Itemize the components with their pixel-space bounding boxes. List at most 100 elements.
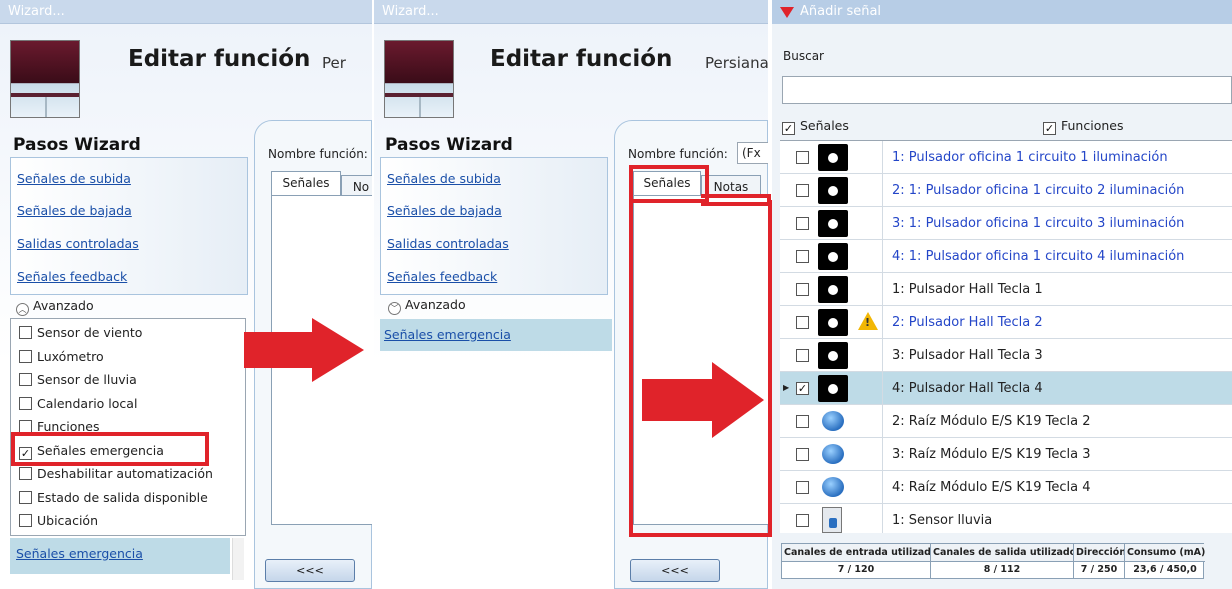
checkbox[interactable] <box>19 350 32 363</box>
signals-grid: 1: Pulsador oficina 1 circuito 1 ilumina… <box>780 140 1232 533</box>
option-wind-sensor[interactable]: Sensor de viento <box>19 325 142 340</box>
step-link-emergency-signals[interactable]: Señales emergencia <box>384 327 511 342</box>
footer-header-inputs: Canales de entrada utilizados <box>782 544 931 562</box>
option-rain-sensor[interactable]: Sensor de lluvia <box>19 372 137 387</box>
pushbutton-icon <box>818 276 848 303</box>
row-checkbox[interactable] <box>796 184 809 197</box>
row-checkbox[interactable] <box>796 316 809 329</box>
selected-step-row[interactable]: Señales emergencia <box>380 319 612 351</box>
option-local-calendar[interactable]: Calendario local <box>19 396 137 411</box>
option-label: Estado de salida disponible <box>37 490 208 505</box>
row-checkbox[interactable] <box>796 415 809 428</box>
red-triangle-icon <box>780 7 794 18</box>
option-label: Ubicación <box>37 513 99 528</box>
checkbox[interactable]: ✓ <box>19 447 32 460</box>
scrollbar[interactable] <box>232 538 244 580</box>
signals-tab-content <box>633 195 768 525</box>
table-row-selected[interactable]: ▶ ✓ 4: Pulsador Hall Tecla 4 <box>780 372 1232 405</box>
filter-functions[interactable]: ✓ Funciones <box>1043 118 1123 135</box>
step-link-up-signals[interactable]: Señales de subida <box>17 171 131 186</box>
checkbox[interactable] <box>19 467 32 480</box>
option-label: Sensor de lluvia <box>37 372 137 387</box>
option-label: Funciones <box>37 419 100 434</box>
row-checkbox[interactable] <box>796 349 809 362</box>
pushbutton-icon <box>818 342 848 369</box>
back-button[interactable]: <<< <box>265 559 355 582</box>
table-row[interactable]: 2: 1: Pulsador oficina 1 circuito 2 ilum… <box>780 174 1232 207</box>
checkbox[interactable] <box>19 491 32 504</box>
window-title: Añadir señal <box>772 0 1232 24</box>
table-row[interactable]: 3: Raíz Módulo E/S K19 Tecla 3 <box>780 438 1232 471</box>
step-link-controlled-outputs[interactable]: Salidas controladas <box>17 236 139 251</box>
signal-name: 1: Sensor lluvia <box>892 513 993 528</box>
pushbutton-icon <box>818 243 848 270</box>
table-row[interactable]: 3: 1: Pulsador oficina 1 circuito 3 ilum… <box>780 207 1232 240</box>
row-checkbox[interactable] <box>796 151 809 164</box>
table-row[interactable]: 1: Sensor lluvia <box>780 504 1232 533</box>
table-row[interactable]: 4: 1: Pulsador oficina 1 circuito 4 ilum… <box>780 240 1232 273</box>
footer-value-address: 7 / 250 <box>1074 562 1125 579</box>
row-checkbox[interactable] <box>796 283 809 296</box>
option-location[interactable]: Ubicación <box>19 513 98 528</box>
window-title: Wizard... <box>0 0 372 24</box>
tab-notes[interactable]: No <box>341 175 372 196</box>
back-button[interactable]: <<< <box>630 559 720 582</box>
step-link-emergency-signals[interactable]: Señales emergencia <box>16 546 143 561</box>
checkbox[interactable] <box>19 420 32 433</box>
selected-step-row[interactable]: Señales emergencia <box>10 538 230 574</box>
table-row[interactable]: 1: Pulsador Hall Tecla 1 <box>780 273 1232 306</box>
option-output-state[interactable]: Estado de salida disponible <box>19 490 208 505</box>
table-row[interactable]: 1: Pulsador oficina 1 circuito 1 ilumina… <box>780 141 1232 174</box>
pushbutton-icon <box>818 375 848 402</box>
page-subtitle: Persiana <box>705 54 768 72</box>
chevron-up-icon: ︿ <box>16 303 29 316</box>
row-checkbox[interactable]: ✓ <box>796 382 809 395</box>
step-link-up-signals[interactable]: Señales de subida <box>387 171 501 186</box>
advanced-label: Avanzado <box>33 298 94 313</box>
checkbox[interactable] <box>19 326 32 339</box>
checkbox[interactable]: ✓ <box>1043 122 1056 135</box>
option-label: Señales emergencia <box>37 443 164 458</box>
row-checkbox[interactable] <box>796 448 809 461</box>
search-input[interactable] <box>782 76 1232 104</box>
signal-name: 4: Pulsador Hall Tecla 4 <box>892 381 1043 396</box>
signal-name: 1: Pulsador Hall Tecla 1 <box>892 282 1043 297</box>
signal-name: 4: 1: Pulsador oficina 1 circuito 4 ilum… <box>892 249 1185 264</box>
table-row[interactable]: ! 2: Pulsador Hall Tecla 2 <box>780 306 1232 339</box>
page-subtitle: Per <box>322 54 346 72</box>
option-luxmeter[interactable]: Luxómetro <box>19 349 104 364</box>
step-link-feedback-signals[interactable]: Señales feedback <box>17 269 127 284</box>
blue-button-icon <box>822 477 844 497</box>
signal-name: 4: Raíz Módulo E/S K19 Tecla 4 <box>892 480 1091 495</box>
option-emergency-signals[interactable]: ✓ Señales emergencia <box>19 443 164 460</box>
blue-button-icon <box>822 411 844 431</box>
option-label: Calendario local <box>37 396 138 411</box>
table-row[interactable]: 4: Raíz Módulo E/S K19 Tecla 4 <box>780 471 1232 504</box>
pushbutton-icon <box>818 210 848 237</box>
checkbox[interactable] <box>19 514 32 527</box>
table-row[interactable]: 3: Pulsador Hall Tecla 3 <box>780 339 1232 372</box>
checkbox[interactable] <box>19 397 32 410</box>
function-name-input[interactable]: (Fx <box>737 142 768 164</box>
tab-notes[interactable]: Notas <box>701 175 761 196</box>
step-link-controlled-outputs[interactable]: Salidas controladas <box>387 236 509 251</box>
row-checkbox[interactable] <box>796 217 809 230</box>
step-link-down-signals[interactable]: Señales de bajada <box>387 203 502 218</box>
row-checkbox[interactable] <box>796 514 809 527</box>
step-link-down-signals[interactable]: Señales de bajada <box>17 203 132 218</box>
signal-name: 1: Pulsador oficina 1 circuito 1 ilumina… <box>892 150 1168 165</box>
row-checkbox[interactable] <box>796 481 809 494</box>
option-functions[interactable]: Funciones <box>19 419 99 434</box>
wizard-panel-1: Wizard... Editar función Per Pasos Wizar… <box>0 0 372 589</box>
tab-signals[interactable]: Señales <box>271 171 341 196</box>
advanced-toggle[interactable]: ︿ Avanzado <box>16 298 94 316</box>
row-checkbox[interactable] <box>796 250 809 263</box>
checkbox[interactable] <box>19 373 32 386</box>
option-disable-automation[interactable]: Deshabilitar automatización <box>19 466 213 481</box>
checkbox[interactable]: ✓ <box>782 122 795 135</box>
filter-signals[interactable]: ✓ Señales <box>782 118 849 135</box>
step-link-feedback-signals[interactable]: Señales feedback <box>387 269 497 284</box>
tab-signals[interactable]: Señales <box>633 171 701 196</box>
table-row[interactable]: 2: Raíz Módulo E/S K19 Tecla 2 <box>780 405 1232 438</box>
advanced-toggle[interactable]: ﹀ Avanzado <box>388 297 466 315</box>
